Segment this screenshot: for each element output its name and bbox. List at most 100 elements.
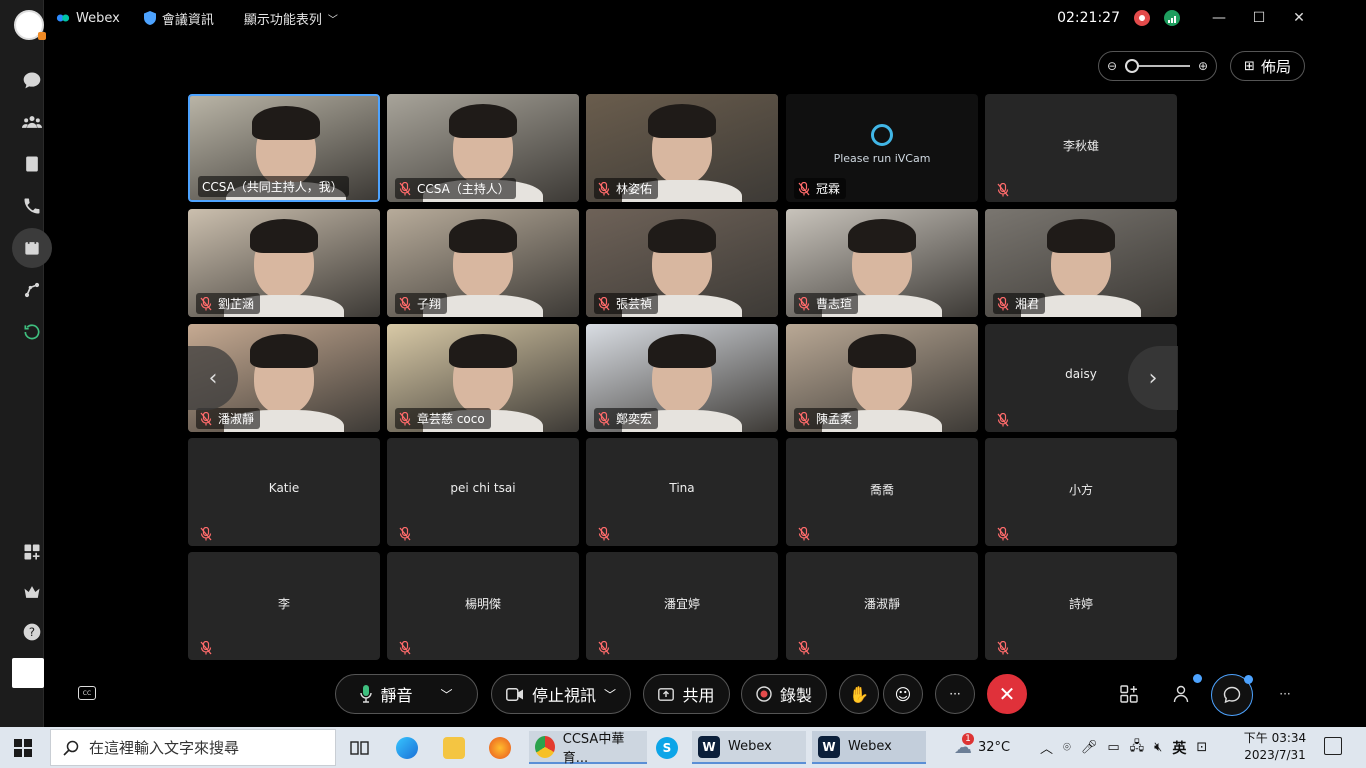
participant-name: 冠霖	[816, 182, 841, 196]
participant-tile[interactable]: Please run iVCam 冠霖	[786, 94, 978, 202]
chat-icon[interactable]	[12, 60, 52, 100]
mute-button[interactable]: 靜音 ﹀	[335, 674, 478, 714]
participants-icon[interactable]	[1168, 680, 1196, 708]
reactions-button[interactable]: ☺	[883, 674, 923, 714]
participant-tile[interactable]: 章芸慈 coco	[387, 324, 579, 432]
participant-tile[interactable]: 曹志瑄	[786, 209, 978, 317]
closed-captions-icon[interactable]: CC	[78, 686, 96, 700]
layout-button[interactable]: ⊞ 佈局	[1230, 51, 1305, 81]
taskbar-webex-window-1[interactable]: W Webex	[692, 731, 806, 764]
recording-icon[interactable]	[1134, 10, 1150, 26]
microphone-muted-icon	[997, 296, 1009, 311]
microphone-muted-icon	[598, 181, 610, 196]
meetings-calendar-icon[interactable]	[12, 228, 52, 268]
participant-tile[interactable]: 潘宜婷	[586, 552, 778, 660]
workflow-icon[interactable]	[12, 270, 52, 310]
windows-start-icon[interactable]	[14, 739, 32, 757]
participant-tile[interactable]: 李秋雄	[985, 94, 1177, 202]
notification-center-icon[interactable]	[1324, 737, 1342, 755]
help-icon[interactable]: ?	[12, 612, 52, 652]
participant-hair	[848, 334, 916, 368]
edge-browser-icon[interactable]	[396, 731, 418, 764]
file-explorer-icon[interactable]	[443, 731, 465, 764]
participant-tile[interactable]: 鄭奕宏	[586, 324, 778, 432]
participant-tile[interactable]: Tina	[586, 438, 778, 546]
leave-meeting-button[interactable]: ✕	[987, 674, 1027, 714]
org-logo[interactable]	[14, 10, 46, 40]
apps-icon[interactable]	[12, 532, 52, 572]
taskbar-chrome-window[interactable]: CCSA中華育...	[529, 731, 647, 766]
participant-tile[interactable]: 劉芷涵	[188, 209, 380, 317]
ime-indicator[interactable]: 英	[1172, 738, 1186, 758]
participant-tile[interactable]: 子翔	[387, 209, 579, 317]
microphone-tray-icon[interactable]: 🎤︎	[1081, 740, 1098, 755]
stop-video-label: 停止視訊	[531, 686, 596, 705]
participant-hair	[1047, 219, 1115, 253]
clock-time: 下午 03:34	[1243, 731, 1307, 745]
meeting-info-button[interactable]: 會議資訊	[143, 9, 214, 28]
microphone-icon	[360, 685, 373, 703]
participant-label: 湘君	[993, 293, 1046, 314]
participant-tile[interactable]: 喬喬	[786, 438, 978, 546]
zoom-slider-knob[interactable]	[1125, 59, 1140, 73]
battery-icon[interactable]: ▭	[1107, 740, 1119, 755]
participant-tile[interactable]: CCSA（共同主持人，我）	[188, 94, 380, 202]
close-icon[interactable]: ✕	[1286, 10, 1312, 26]
firefox-icon[interactable]	[489, 731, 511, 764]
teams-icon[interactable]	[12, 102, 52, 142]
network-icon[interactable]: 🖧︎	[1130, 737, 1145, 759]
phone-icon[interactable]	[12, 186, 52, 226]
zoom-in-icon[interactable]: ⊕	[1198, 59, 1208, 73]
contacts-icon[interactable]	[12, 144, 52, 184]
share-label: 共用	[682, 686, 715, 705]
participant-tile[interactable]: pei chi tsai	[387, 438, 579, 546]
view-menu-label: 顯示功能表列	[243, 12, 322, 28]
participant-tile[interactable]: 李	[188, 552, 380, 660]
speaker-muted-icon[interactable]: 🔇︎	[1154, 740, 1162, 755]
close-icon: ✕	[998, 682, 1016, 706]
webcam-icon[interactable]: ⌾	[1063, 740, 1071, 755]
network-health-icon[interactable]	[1164, 10, 1180, 26]
participant-tile[interactable]: Katie	[188, 438, 380, 546]
raise-hand-button[interactable]: ✋	[839, 674, 879, 714]
user-avatar[interactable]	[12, 658, 44, 688]
zoom-out-icon[interactable]: ⊖	[1107, 59, 1117, 73]
participant-tile[interactable]: 湘君	[985, 209, 1177, 317]
participant-name: 陳孟柔	[816, 412, 853, 426]
taskbar-search-box[interactable]: 在這裡輸入文字來搜尋	[50, 729, 336, 766]
participant-tile[interactable]: CCSA（主持人）	[387, 94, 579, 202]
minimize-icon[interactable]: —	[1206, 10, 1232, 26]
refresh-icon[interactable]	[12, 312, 52, 352]
participant-tile[interactable]: 張芸禎	[586, 209, 778, 317]
participant-tile[interactable]: 潘淑靜	[786, 552, 978, 660]
participant-label: 曹志瑄	[794, 293, 859, 314]
overflow-menu-icon[interactable]: ···	[1271, 680, 1299, 708]
record-button[interactable]: 錄製	[741, 674, 827, 714]
shield-icon	[143, 11, 156, 25]
view-menu-button[interactable]: 顯示功能表列 ﹀	[244, 9, 338, 28]
participant-tile[interactable]: 詩婷	[985, 552, 1177, 660]
crown-icon[interactable]	[12, 572, 52, 612]
apps-panel-icon[interactable]	[1115, 680, 1143, 708]
participant-tile[interactable]: 小方	[985, 438, 1177, 546]
zoom-slider[interactable]	[1125, 59, 1190, 73]
weather-widget[interactable]: ☁ 1 32°C	[954, 727, 1010, 768]
task-view-icon[interactable]	[350, 731, 370, 764]
skype-icon[interactable]: S	[656, 731, 678, 764]
chevron-up-icon[interactable]: ︿	[1040, 738, 1053, 757]
video-options-chevron-icon[interactable]: ﹀	[604, 686, 616, 703]
stop-video-button[interactable]: 停止視訊 ﹀	[491, 674, 631, 714]
ime-mode-icon[interactable]: ⊡	[1196, 740, 1207, 755]
share-button[interactable]: 共用	[643, 674, 730, 714]
participant-hair	[250, 334, 318, 368]
maximize-icon[interactable]: ☐	[1246, 10, 1272, 26]
taskbar-webex-window-2[interactable]: W Webex	[812, 731, 926, 764]
more-options-button[interactable]: ···	[935, 674, 975, 714]
participant-tile[interactable]: 陳孟柔	[786, 324, 978, 432]
participant-tile[interactable]: 林姿佑	[586, 94, 778, 202]
share-screen-icon	[658, 687, 675, 701]
participant-tile[interactable]: 楊明傑	[387, 552, 579, 660]
mute-options-chevron-icon[interactable]: ﹀	[441, 686, 453, 703]
webex-app-icon: W	[698, 735, 720, 758]
taskbar-clock[interactable]: 下午 03:34 2023/7/31	[1240, 730, 1310, 764]
